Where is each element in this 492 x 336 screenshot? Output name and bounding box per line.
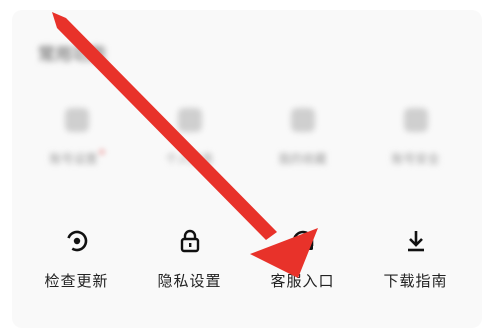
shield-icon [403,108,428,132]
customer-service-button[interactable]: 客服入口 [246,228,359,291]
top-item-label: 账号设置 [49,150,104,167]
top-item-account[interactable]: 账号设置 [20,108,133,167]
top-function-row: 账号设置 个人信息 我的收藏 账号安全 [20,108,472,167]
person-icon [64,108,89,132]
download-icon [407,231,424,252]
top-item-profile[interactable]: 个人信息 [133,108,246,167]
download-guide-label: 下载指南 [383,272,448,290]
download-guide-button[interactable]: 下载指南 [359,228,472,291]
section-title: 常用功能 [38,45,106,65]
top-item-label: 账号安全 [391,152,440,166]
privacy-settings-button[interactable]: 隐私设置 [133,228,246,291]
privacy-settings-label: 隐私设置 [157,272,222,290]
lock-icon [180,229,199,253]
update-icon [66,230,87,252]
top-item-label: 个人信息 [165,152,214,166]
bottom-function-row: 检查更新 隐私设置 客服入口 下载指南 [20,228,472,291]
folder-icon [290,108,315,132]
top-item-label: 我的收藏 [278,152,327,166]
headphones-icon [292,230,313,250]
check-update-label: 检查更新 [44,272,109,290]
gift-icon [177,108,202,132]
top-item-favorites[interactable]: 我的收藏 [246,108,359,167]
customer-service-label: 客服入口 [270,272,335,290]
check-update-button[interactable]: 检查更新 [20,228,133,291]
top-item-security[interactable]: 账号安全 [359,108,472,167]
